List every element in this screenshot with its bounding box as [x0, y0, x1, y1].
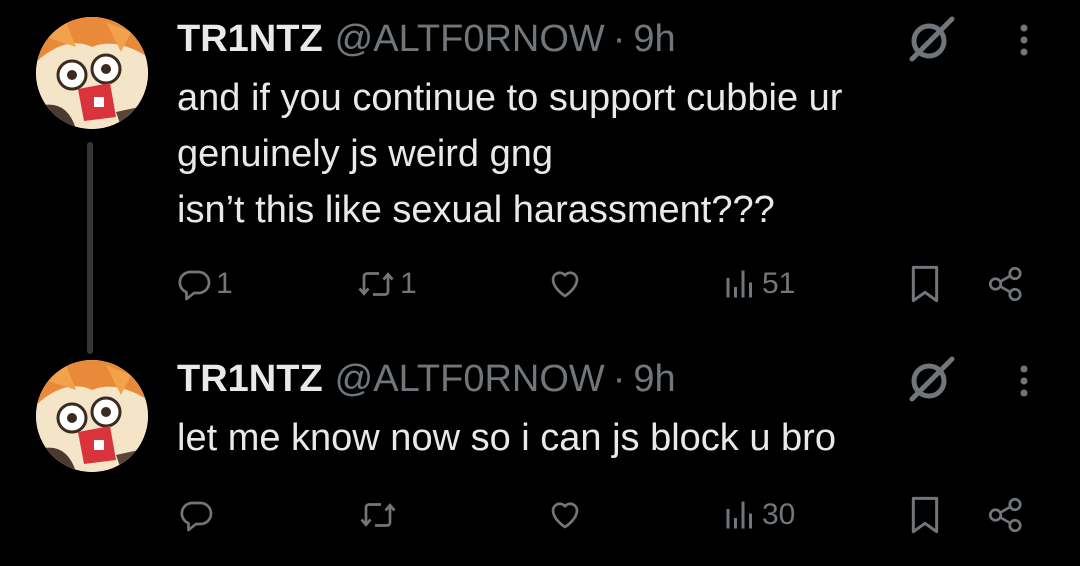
timestamp[interactable]: 9h	[633, 358, 675, 401]
avatar[interactable]	[36, 17, 148, 129]
reply-count: 1	[216, 267, 233, 300]
display-name[interactable]: TR1NTZ	[177, 18, 323, 61]
reply-button[interactable]	[178, 497, 218, 533]
reply-icon	[180, 501, 213, 532]
repost-button[interactable]: 1	[356, 266, 417, 302]
repost-count: 1	[400, 267, 417, 300]
views-icon	[726, 270, 752, 298]
like-icon	[551, 502, 579, 529]
username[interactable]: @ALTF0RNOW	[335, 18, 605, 61]
more-icon[interactable]	[1012, 16, 1036, 64]
display-name[interactable]: TR1NTZ	[177, 358, 323, 401]
tweet-text: let me know now so i can js block u bro	[177, 410, 997, 466]
grok-icon[interactable]	[904, 15, 958, 63]
views-icon	[726, 501, 752, 529]
tweet-line: and if you continue to support cubbie ur	[177, 77, 843, 119]
repost-icon	[358, 272, 394, 296]
username[interactable]: @ALTF0RNOW	[335, 358, 605, 401]
bookmark-icon	[911, 265, 939, 303]
tweet-1[interactable]: TR1NTZ @ALTF0RNOW · 9h and if you contin…	[0, 0, 1080, 330]
like-button[interactable]	[546, 497, 584, 533]
views-button[interactable]: 51	[722, 266, 795, 302]
tweet-line: let me know now so i can js block u bro	[177, 417, 836, 459]
tweet-line: genuinely js weird gng	[177, 133, 554, 175]
tweet-2[interactable]: TR1NTZ @ALTF0RNOW · 9h let me know now s…	[0, 330, 1080, 566]
share-icon	[988, 497, 1022, 533]
reply-button[interactable]: 1	[176, 266, 233, 302]
repost-button[interactable]	[358, 497, 402, 533]
timestamp[interactable]: 9h	[633, 18, 675, 61]
repost-icon	[360, 503, 396, 527]
bookmark-button[interactable]	[908, 495, 942, 535]
reply-icon	[178, 270, 211, 301]
tweet-header: TR1NTZ @ALTF0RNOW · 9h	[177, 16, 676, 62]
like-icon	[551, 271, 579, 298]
views-button[interactable]: 30	[722, 497, 795, 533]
views-count: 30	[762, 498, 796, 531]
tweet-line: isn’t this like sexual harassment???	[177, 189, 775, 231]
share-icon	[988, 266, 1022, 302]
grok-icon[interactable]	[904, 355, 958, 403]
like-button[interactable]	[546, 266, 584, 302]
bookmark-icon	[911, 496, 939, 534]
tweet-text: and if you continue to support cubbie ur…	[177, 70, 997, 238]
share-button[interactable]	[986, 266, 1026, 302]
bookmark-button[interactable]	[908, 264, 942, 304]
separator-dot: ·	[612, 357, 626, 400]
views-count: 51	[762, 267, 796, 300]
share-button[interactable]	[986, 497, 1026, 533]
avatar[interactable]	[36, 360, 148, 472]
tweet-header: TR1NTZ @ALTF0RNOW · 9h	[177, 356, 676, 402]
more-icon[interactable]	[1012, 357, 1036, 405]
separator-dot: ·	[612, 17, 626, 60]
